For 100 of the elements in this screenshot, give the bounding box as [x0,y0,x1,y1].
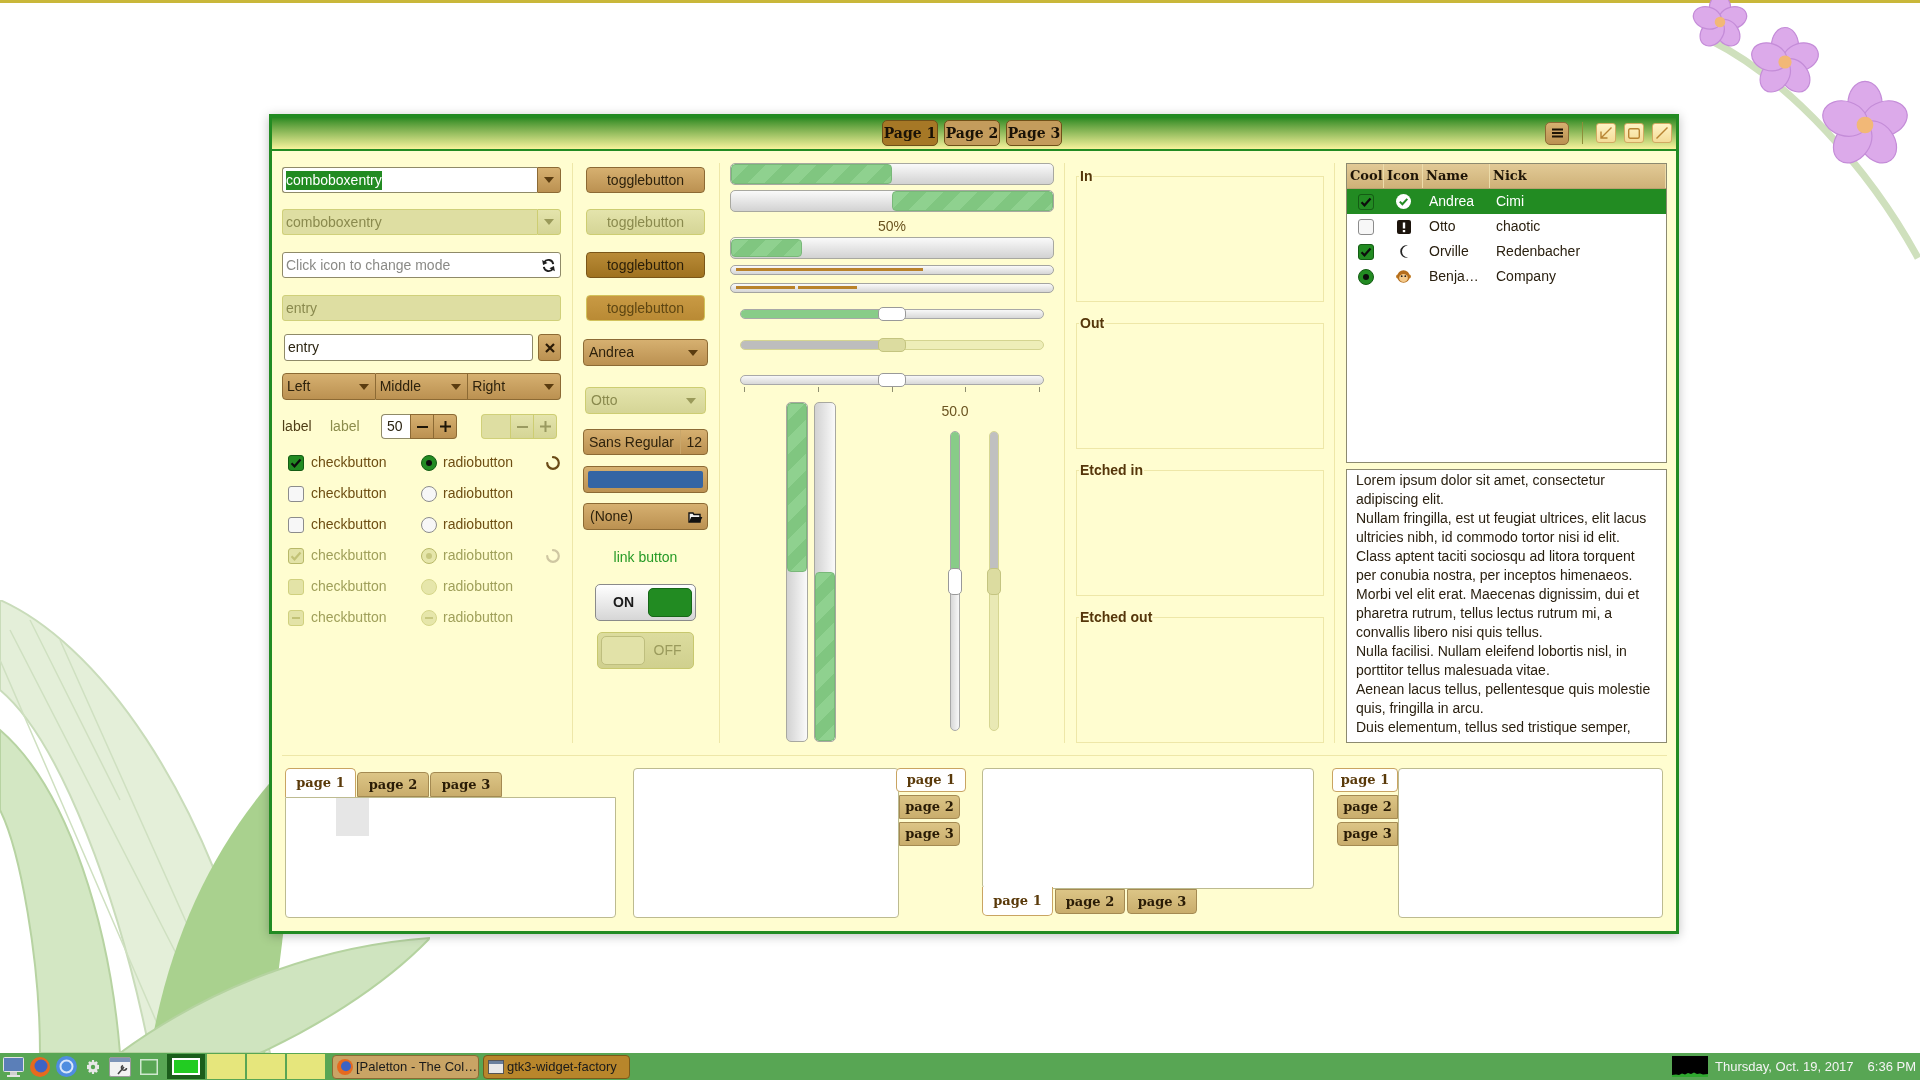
radio-button[interactable] [421,516,437,533]
caret-icon [688,349,698,356]
table-cell-text: Orville [1428,242,1470,261]
checkbox[interactable] [288,485,304,502]
minimize-button[interactable] [1596,123,1616,143]
tab[interactable]: page 1 [1332,768,1398,792]
tab[interactable]: page 2 [899,795,960,819]
column-header[interactable]: Cool [1347,164,1384,188]
text-paragraph: Nulla facilisi. Nullam eleifend lobortis nisl, in porttitor tellus malesuada vitae. [1356,642,1628,680]
dropdown-button[interactable] [537,167,561,193]
tab[interactable]: page 3 [430,772,502,797]
stack-tab[interactable]: Page 1 [882,120,938,146]
combo-button[interactable]: Left [282,373,376,400]
workspace-tile[interactable] [247,1054,285,1079]
stack-tab[interactable]: Page 3 [1006,120,1062,146]
table-cell-text: chaotic [1495,217,1542,236]
task-button[interactable]: gtk3-widget-factory [483,1054,630,1079]
minus-icon [516,425,528,428]
input-field[interactable]: Click icon to change mode [282,252,561,278]
slider-thumb[interactable] [948,568,962,595]
switch-handle[interactable] [648,588,692,617]
monitor-icon[interactable] [3,1056,24,1077]
combo-button[interactable]: Andrea [583,339,708,366]
checkbox[interactable] [288,516,304,533]
radio-label[interactable]: radiobutton [443,514,514,535]
column-header[interactable]: Nick [1490,164,1666,188]
square-icon [1628,127,1640,139]
tab[interactable]: page 2 [357,772,429,797]
globe-icon[interactable] [30,1056,50,1077]
gear-icon[interactable] [86,1059,100,1074]
workspace-tile[interactable] [287,1054,325,1079]
checkbox-label[interactable]: checkbutton [311,483,387,504]
radio-button[interactable] [421,485,437,502]
task-button[interactable]: [Paletton - The Col… [332,1054,479,1079]
workspace-tile[interactable] [167,1054,205,1079]
tab[interactable]: page 1 [982,887,1053,916]
switch[interactable]: ON [595,584,696,621]
radio-button[interactable] [421,454,437,471]
radio-button[interactable] [1357,268,1374,285]
tab[interactable]: page 1 [285,768,356,797]
color-button[interactable] [583,466,708,493]
text-paragraph: Duis elementum, tellus sed tristique semper, [1356,718,1632,737]
text-view[interactable] [1346,469,1667,743]
workspace-tile[interactable] [207,1054,245,1079]
radio-label[interactable]: radiobutton [443,483,514,504]
tab[interactable]: page 3 [899,822,960,846]
tab[interactable]: page 1 [896,768,966,792]
tree-row[interactable]: Otto chaotic [1347,214,1666,239]
toggle-button[interactable]: togglebutton [586,167,705,193]
checkbox[interactable] [1357,193,1374,210]
tree-row[interactable]: Andrea Cimi [1347,189,1666,214]
slider-thumb[interactable] [878,373,906,387]
slider-thumb[interactable] [878,307,906,321]
checkbox[interactable] [1357,243,1374,260]
increment-button[interactable] [434,414,457,439]
spin-field[interactable]: 50 [381,414,410,439]
moon-icon [1398,245,1409,258]
toggle-button[interactable]: togglebutton [586,252,705,278]
input-field[interactable]: entry [284,334,533,361]
tab[interactable]: page 3 [1337,822,1398,846]
minus-icon [416,425,428,428]
checkbox[interactable] [288,454,304,471]
table-cell-text: Benja… [1428,267,1480,286]
plus-icon [539,421,551,432]
close-icon [544,342,555,353]
radio-label[interactable]: radiobutton [443,452,514,473]
orb-icon[interactable] [56,1056,77,1077]
table-cell-text: Redenbacher [1495,242,1582,261]
combo-entry-field[interactable]: comboboxentry [282,167,537,193]
combo-button[interactable]: Right [468,373,561,400]
window-icon[interactable] [140,1058,158,1075]
caret-icon [544,219,554,225]
clear-button[interactable] [538,334,561,361]
check-circle-icon [1396,194,1411,209]
file-button[interactable]: (None) [583,503,708,530]
monkey-icon [1396,270,1411,283]
table-cell-text: Cimi [1495,192,1525,211]
tab[interactable]: page 3 [1127,889,1197,914]
table-cell-text: Company [1495,267,1557,286]
checkbox-label[interactable]: checkbutton [311,514,387,535]
checkbox-label[interactable]: checkbutton [311,452,387,473]
tree-row[interactable]: Orville Redenbacher [1347,239,1666,264]
column-header[interactable]: Name [1423,164,1490,188]
tree-row[interactable]: Benja… Company [1347,264,1666,289]
combo-button[interactable]: Middle [375,373,469,400]
refresh-icon[interactable] [541,257,556,273]
link-button[interactable]: link button [613,548,678,566]
stack-tab[interactable]: Page 2 [944,120,1000,146]
decrement-button[interactable] [410,414,434,439]
text-paragraph: Morbi vel elit erat. Maecenas dignissim, dui et pharetra rutrum, tellus lectus rutrum mi, a convallis libero nisi quis tellus. [1356,585,1641,642]
tab[interactable]: page 2 [1337,795,1398,819]
window-wrench-icon[interactable] [109,1056,131,1077]
close-button[interactable] [1652,123,1672,143]
menu-button[interactable] [1545,121,1569,145]
tab[interactable]: page 2 [1055,889,1125,914]
window-icon [488,1059,504,1074]
font-button[interactable]: Sans Regular 12 [583,429,708,455]
column-header[interactable]: Icon [1384,164,1423,188]
checkbox[interactable] [1357,218,1374,235]
maximize-button[interactable] [1624,123,1644,143]
